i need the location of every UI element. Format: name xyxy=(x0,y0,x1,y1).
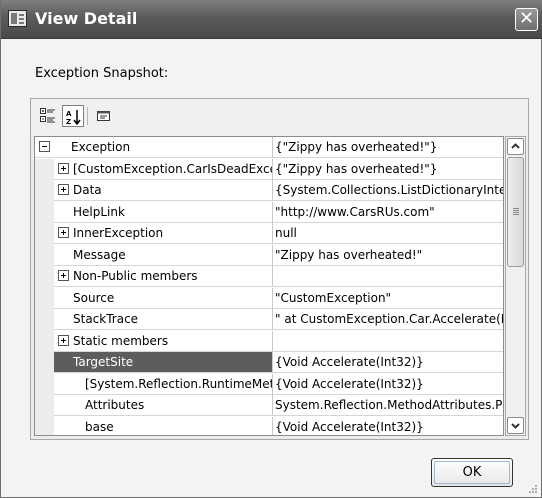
property-value[interactable]: System.Reflection.MethodAttributes.Publi… xyxy=(272,395,503,416)
property-pages-button[interactable] xyxy=(93,105,115,127)
property-value[interactable]: {"Zippy has overheated!"} xyxy=(272,137,503,158)
scroll-down-button[interactable] xyxy=(507,417,524,434)
property-row[interactable]: StackTrace " at CustomException.Car.Accel… xyxy=(35,309,503,331)
property-name: base xyxy=(54,417,272,436)
property-value[interactable]: "http://www.CarsRUs.com" xyxy=(272,201,503,223)
vertical-scrollbar[interactable] xyxy=(505,136,526,436)
property-value[interactable]: {Void Accelerate(Int32)} xyxy=(272,416,503,435)
property-name: Data xyxy=(54,180,272,201)
categorized-button[interactable] xyxy=(37,105,59,127)
categorized-icon xyxy=(40,108,55,123)
scroll-up-arrow-icon xyxy=(511,143,520,149)
row-gutter xyxy=(35,352,54,374)
window-title: View Detail xyxy=(35,9,138,28)
property-name: Static members xyxy=(54,331,272,352)
row-gutter xyxy=(35,309,54,331)
property-value[interactable]: {System.Collections.ListDictionaryIntern… xyxy=(272,180,503,201)
row-gutter xyxy=(35,201,54,224)
property-name: HelpLink xyxy=(54,202,272,223)
property-row[interactable]: Static members xyxy=(35,330,503,353)
property-value[interactable] xyxy=(272,330,503,352)
property-value[interactable]: "CustomException" xyxy=(272,287,503,309)
property-pages-icon xyxy=(97,111,110,121)
property-name: Message xyxy=(54,245,272,266)
ok-button[interactable]: OK xyxy=(431,458,513,487)
row-gutter xyxy=(35,266,54,288)
close-icon: ✕ xyxy=(518,8,535,29)
property-row[interactable]: Attributes System.Reflection.MethodAttrib… xyxy=(35,395,503,417)
scrollbar-thumb[interactable] xyxy=(507,157,524,267)
exception-snapshot-label: Exception Snapshot: xyxy=(35,66,169,81)
property-rows: Exception {"Zippy has overheated!"} [Custo… xyxy=(34,136,504,436)
window-icon xyxy=(8,10,27,27)
row-gutter xyxy=(35,416,54,435)
property-name: [System.Reflection.RuntimeMethodInfo] xyxy=(54,374,272,395)
property-row[interactable]: HelpLink "http://www.CarsRUs.com" xyxy=(35,201,503,224)
scroll-up-button[interactable] xyxy=(507,138,524,155)
title-bar[interactable]: View Detail ✕ xyxy=(1,0,542,39)
property-grid-toolbar: A Z xyxy=(31,99,528,135)
svg-text:A: A xyxy=(66,110,72,118)
property-row[interactable]: [CustomException.CarIsDeadException]{"Zi… xyxy=(35,158,503,181)
view-detail-dialog: View Detail ✕ Exception Snapshot: A Z Ex… xyxy=(0,0,542,498)
property-row[interactable]: base {Void Accelerate(Int32)} xyxy=(35,416,503,436)
row-gutter xyxy=(35,287,54,310)
property-row[interactable]: Data {System.Collections.ListDictionaryIn… xyxy=(35,180,503,202)
property-value[interactable]: " at CustomException.Car.Accelerate(Int3… xyxy=(272,309,503,330)
row-gutter xyxy=(35,180,54,202)
property-name: TargetSite xyxy=(54,352,272,373)
row-gutter xyxy=(35,158,54,181)
resize-grip-icon[interactable] xyxy=(528,484,538,494)
property-name: Source xyxy=(54,288,272,309)
property-value[interactable]: {Void Accelerate(Int32)} xyxy=(272,352,503,373)
row-gutter xyxy=(35,373,54,396)
alphabetical-sort-icon: A Z xyxy=(66,110,81,125)
property-name: Non-Public members xyxy=(54,266,272,287)
property-name: Exception xyxy=(35,137,272,158)
row-gutter xyxy=(35,330,54,353)
row-gutter xyxy=(35,244,54,267)
alphabetical-button[interactable]: A Z xyxy=(62,105,84,127)
property-row[interactable]: TargetSite {Void Accelerate(Int32)} xyxy=(35,352,503,374)
property-value[interactable]: "Zippy has overheated!" xyxy=(272,244,503,266)
property-value[interactable]: null xyxy=(272,223,503,244)
property-value[interactable]: {Void Accelerate(Int32)} xyxy=(272,373,503,395)
property-value[interactable]: {"Zippy has overheated!"} xyxy=(272,158,503,180)
property-row[interactable]: InnerException null xyxy=(35,223,503,245)
svg-text:Z: Z xyxy=(66,118,71,125)
property-name: StackTrace xyxy=(54,309,272,330)
property-row[interactable]: [System.Reflection.RuntimeMethodInfo]{Vo… xyxy=(35,373,503,396)
property-grid: A Z Exception {"Zippy has overheated!"} [C… xyxy=(30,98,529,440)
row-gutter xyxy=(35,223,54,245)
property-name: [CustomException.CarIsDeadException] xyxy=(54,159,272,180)
property-row[interactable]: Exception {"Zippy has overheated!"} xyxy=(35,137,503,159)
toolbar-separator xyxy=(87,107,88,125)
row-gutter xyxy=(35,395,54,417)
property-row[interactable]: Message "Zippy has overheated!" xyxy=(35,244,503,267)
property-name: Attributes xyxy=(54,395,272,416)
close-button[interactable]: ✕ xyxy=(515,8,538,31)
property-row[interactable]: Non-Public members xyxy=(35,266,503,288)
scroll-down-arrow-icon xyxy=(511,423,520,429)
property-name: InnerException xyxy=(54,223,272,244)
property-value[interactable] xyxy=(272,266,503,287)
property-row[interactable]: Source "CustomException" xyxy=(35,287,503,310)
